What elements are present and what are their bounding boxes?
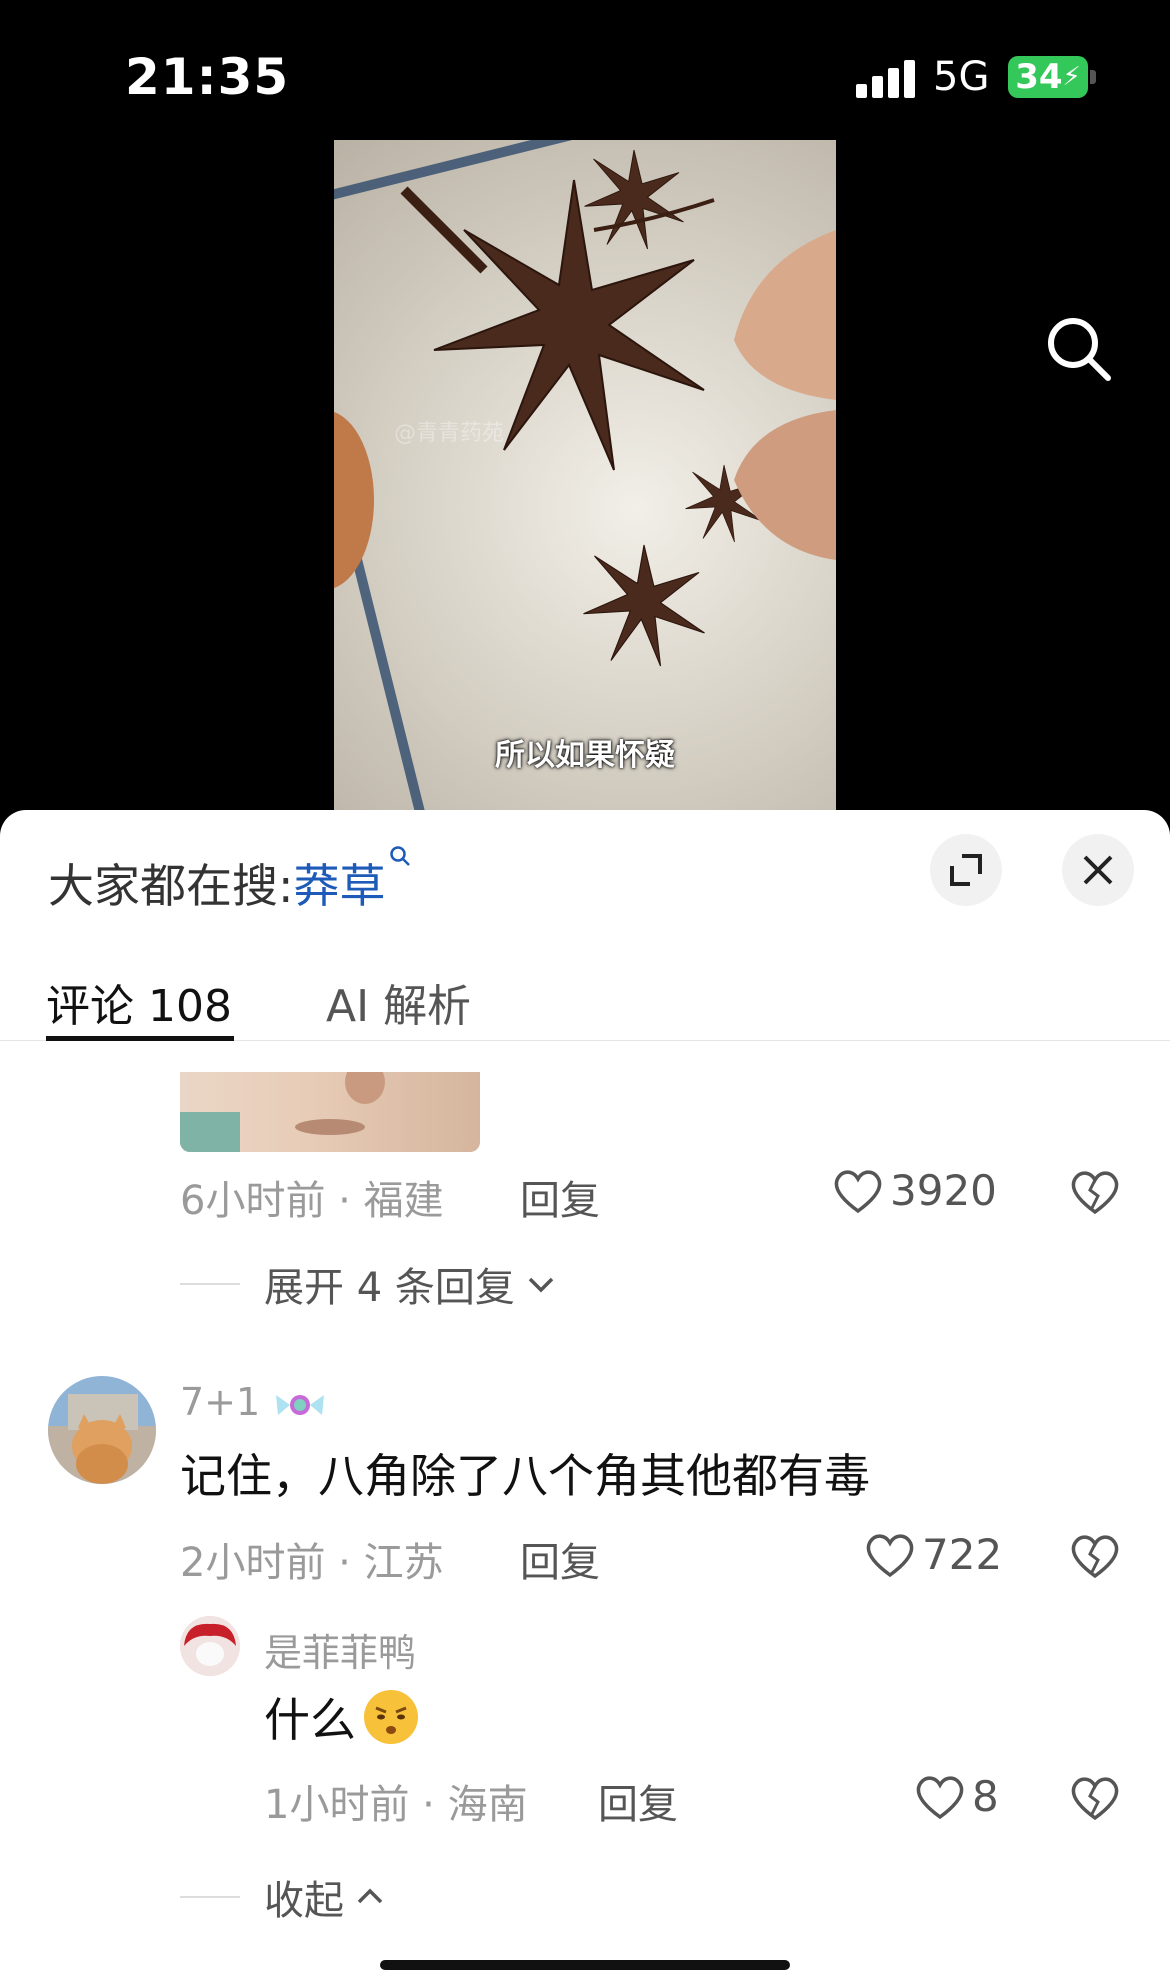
home-indicator[interactable] xyxy=(380,1960,790,1970)
avatar[interactable] xyxy=(48,1376,156,1484)
video-player[interactable]: @青青药苑 所以如果怀疑 xyxy=(0,140,1170,810)
reply-button[interactable]: 回复 xyxy=(520,1168,600,1226)
broken-heart-icon[interactable] xyxy=(1068,1168,1122,1216)
status-time: 21:35 xyxy=(125,48,290,106)
video-watermark: @青青药苑 xyxy=(394,421,504,446)
comment-meta: 2小时前 · 江苏 xyxy=(180,1540,444,1586)
battery-level: 34 xyxy=(1015,57,1063,97)
hot-search[interactable]: 大家都在搜: 莽草 xyxy=(48,846,412,916)
expand-replies[interactable]: 展开 4 条回复 xyxy=(180,1255,557,1313)
like-button[interactable]: 3920 xyxy=(832,1166,997,1215)
close-icon xyxy=(1083,855,1113,885)
collapse-replies[interactable]: 收起 xyxy=(180,1868,386,1926)
heart-icon xyxy=(916,1775,964,1819)
status-bar: 21:35 5G 34 ⚡ xyxy=(0,0,1170,140)
candy-icon xyxy=(276,1394,325,1415)
reply-button[interactable]: 回复 xyxy=(520,1530,600,1588)
hot-search-term[interactable]: 莽草 xyxy=(294,850,386,916)
heart-icon xyxy=(834,1169,882,1213)
close-button[interactable] xyxy=(1062,834,1134,906)
hot-search-prefix: 大家都在搜: xyxy=(48,859,294,913)
avatar[interactable] xyxy=(180,1616,240,1676)
comment-sheet: 大家都在搜: 莽草 评论 108 AI 解析 6小时前 · 福建 回复 3920… xyxy=(0,810,1170,1980)
comment-meta: 6小时前 · 福建 xyxy=(180,1178,444,1224)
emoji-icon xyxy=(364,1690,418,1744)
broken-heart-icon[interactable] xyxy=(1068,1774,1122,1822)
search-icon[interactable] xyxy=(1040,310,1120,390)
comment-username[interactable]: 7+1 xyxy=(180,1380,328,1427)
comment-image[interactable] xyxy=(180,1072,480,1152)
reply-meta: 1小时前 · 海南 xyxy=(264,1782,528,1828)
chevron-up-icon xyxy=(357,1888,383,1904)
star-anise-illustration: @青青药苑 xyxy=(334,149,836,667)
like-count: 8 xyxy=(972,1772,999,1821)
battery-tip xyxy=(1090,70,1096,84)
username-label: 7+1 xyxy=(180,1380,261,1424)
video-frame[interactable]: @青青药苑 所以如果怀疑 xyxy=(334,140,836,810)
reply-text-row: 什么 xyxy=(264,1684,420,1750)
expand-button[interactable] xyxy=(930,834,1002,906)
tab-ai-analysis[interactable]: AI 解析 xyxy=(326,970,471,1034)
network-label: 5G xyxy=(933,54,990,100)
broken-heart-icon[interactable] xyxy=(1068,1532,1122,1580)
search-icon xyxy=(388,844,412,875)
reply-text: 什么 xyxy=(264,1693,356,1747)
tab-bar: 评论 108 AI 解析 xyxy=(0,960,1170,1041)
comment-text: 记住，八角除了八个角其他都有毒 xyxy=(180,1449,870,1503)
like-count: 722 xyxy=(922,1530,1003,1579)
tab-comments[interactable]: 评论 108 xyxy=(46,970,232,1034)
tab-underline xyxy=(46,1036,234,1041)
reply-username[interactable]: 是菲菲鸭 xyxy=(264,1622,416,1677)
expand-icon xyxy=(950,854,982,886)
like-button[interactable]: 8 xyxy=(914,1772,999,1821)
expand-replies-label: 展开 4 条回复 xyxy=(264,1265,515,1311)
video-caption: 所以如果怀疑 xyxy=(495,738,675,773)
battery-icon: 34 ⚡ xyxy=(1008,56,1088,98)
reply-button[interactable]: 回复 xyxy=(598,1772,678,1830)
like-button[interactable]: 722 xyxy=(864,1530,1002,1579)
collapse-label: 收起 xyxy=(264,1878,344,1924)
like-count: 3920 xyxy=(890,1166,997,1215)
chevron-down-icon xyxy=(528,1277,554,1293)
signal-icon xyxy=(856,58,916,98)
heart-icon xyxy=(866,1533,914,1577)
